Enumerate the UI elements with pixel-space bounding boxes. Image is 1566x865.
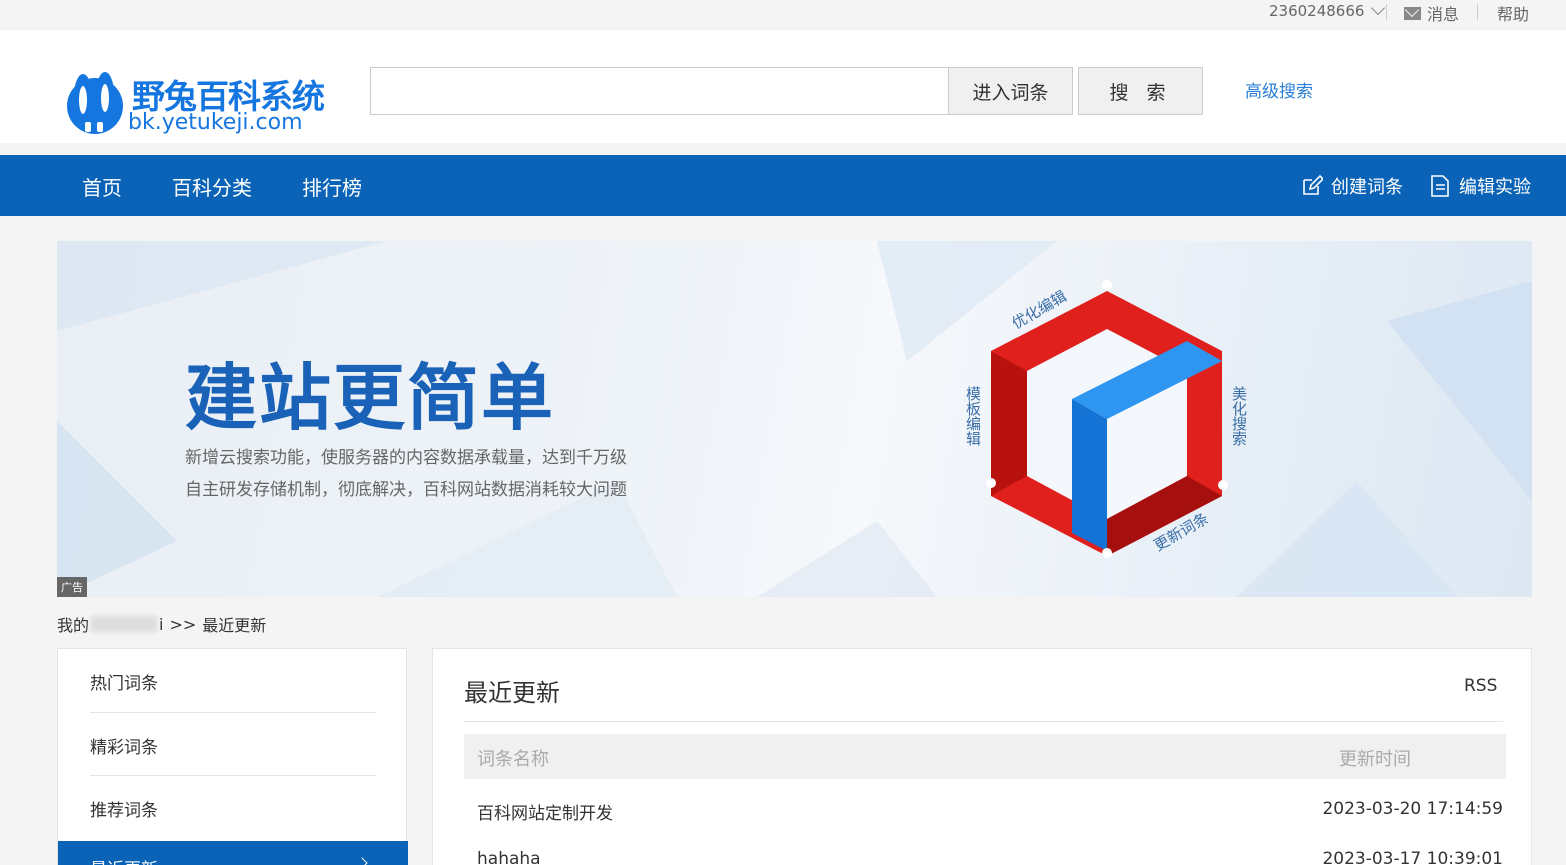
breadcrumb-current: 最近更新 bbox=[202, 616, 267, 635]
chevron-right-icon bbox=[356, 857, 368, 865]
help-link[interactable]: 帮助 bbox=[1497, 1, 1529, 25]
table-row: 百科网站定制开发 2023-03-20 17:14:59 bbox=[464, 789, 1506, 829]
advanced-search-link[interactable]: 高级搜索 bbox=[1245, 77, 1313, 102]
sidebar-item-featured[interactable]: 精彩词条 bbox=[90, 733, 376, 758]
mail-icon bbox=[1404, 6, 1421, 20]
divider bbox=[1386, 4, 1387, 20]
site-header: 野兔百科系统 bk.yetukeji.com 进入词条 搜 索 高级搜索 bbox=[0, 30, 1566, 143]
search-button[interactable]: 搜 索 bbox=[1078, 67, 1203, 115]
sidebar-item-recent-active[interactable]: 最近更新 bbox=[58, 841, 408, 865]
edit-icon bbox=[1303, 175, 1323, 195]
breadcrumb-blurred bbox=[91, 616, 158, 632]
banner-text-line-1: 新增云搜索功能，使服务器的内容数据承载量，达到千万级 bbox=[185, 448, 627, 468]
user-id[interactable]: 2360248666 bbox=[1269, 2, 1364, 20]
breadcrumb: 我的 i >> 最近更新 bbox=[57, 612, 266, 636]
nav-item-home[interactable]: 首页 bbox=[82, 172, 122, 201]
create-entry-label: 创建词条 bbox=[1331, 177, 1403, 198]
sidebar-item-recommended[interactable]: 推荐词条 bbox=[90, 796, 376, 821]
edit-lab-button[interactable]: 编辑实验 bbox=[1429, 173, 1531, 199]
column-header-name: 词条名称 bbox=[477, 749, 549, 770]
divider bbox=[90, 775, 376, 776]
create-entry-button[interactable]: 创建词条 bbox=[1301, 173, 1403, 199]
sidebar-item-label: 最近更新 bbox=[90, 855, 158, 865]
nav-item-ranking[interactable]: 排行榜 bbox=[302, 172, 362, 201]
sidebar-item-hot[interactable]: 热门词条 bbox=[90, 669, 376, 694]
sidebar: 热门词条 精彩词条 推荐词条 最近更新 bbox=[57, 648, 408, 865]
ad-badge: 广告 bbox=[57, 577, 87, 597]
entry-name-link[interactable]: 百科网站定制开发 bbox=[477, 799, 613, 824]
cube-label-beautify: 美化搜索 bbox=[1230, 386, 1248, 446]
breadcrumb-home[interactable]: 我的 bbox=[57, 612, 89, 636]
chevron-down-icon[interactable] bbox=[1371, 0, 1386, 16]
messages-link[interactable]: 消息 bbox=[1404, 1, 1459, 25]
edit-lab-label: 编辑实验 bbox=[1459, 177, 1531, 198]
messages-label: 消息 bbox=[1427, 5, 1460, 24]
logo-domain: bk.yetukeji.com bbox=[128, 110, 303, 135]
table-header: 词条名称 更新时间 bbox=[464, 734, 1506, 779]
divider bbox=[90, 712, 376, 713]
rabbit-logo-icon bbox=[67, 72, 123, 134]
entry-time: 2023-03-20 17:14:59 bbox=[1322, 799, 1503, 819]
entry-name-link[interactable]: hahaha bbox=[477, 849, 541, 865]
top-bar: 2360248666 消息 帮助 bbox=[0, 0, 1566, 30]
rss-link[interactable]: RSS bbox=[1464, 676, 1497, 696]
breadcrumb-home-end[interactable]: i bbox=[159, 615, 163, 634]
document-icon bbox=[1431, 175, 1449, 197]
recent-updates-panel: 最近更新 RSS 词条名称 更新时间 百科网站定制开发 2023-03-20 1… bbox=[432, 648, 1532, 865]
divider bbox=[464, 721, 1503, 722]
cube-label-template: 模板编辑 bbox=[964, 386, 982, 446]
entry-time: 2023-03-17 10:39:01 bbox=[1322, 849, 1503, 865]
enter-entry-button[interactable]: 进入词条 bbox=[948, 67, 1073, 115]
nav-item-categories[interactable]: 百科分类 bbox=[172, 172, 252, 201]
breadcrumb-separator: >> bbox=[169, 614, 197, 634]
promo-banner[interactable]: 建站更简单 新增云搜索功能，使服务器的内容数据承载量，达到千万级 自主研发存储机… bbox=[57, 241, 1532, 597]
panel-title: 最近更新 bbox=[464, 679, 560, 707]
main-nav: 首页 百科分类 排行榜 创建词条 编辑实验 bbox=[0, 155, 1566, 216]
table-row: hahaha 2023-03-17 10:39:01 bbox=[464, 839, 1506, 865]
banner-headline: 建站更简单 bbox=[185, 356, 556, 440]
banner-text-line-2: 自主研发存储机制，彻底解决，百科网站数据消耗较大问题 bbox=[185, 480, 627, 500]
site-logo[interactable]: 野兔百科系统 bk.yetukeji.com bbox=[57, 66, 337, 136]
divider bbox=[1477, 4, 1478, 20]
column-header-time: 更新时间 bbox=[1339, 749, 1411, 770]
user-account-menu[interactable]: 2360248666 bbox=[1269, 0, 1386, 20]
search-input[interactable] bbox=[370, 67, 950, 115]
